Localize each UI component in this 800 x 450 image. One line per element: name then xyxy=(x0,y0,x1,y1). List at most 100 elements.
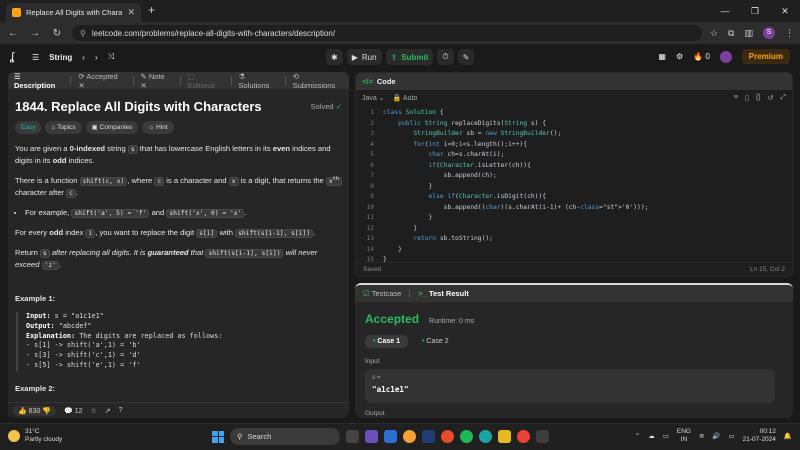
debug-button[interactable]: ✱ xyxy=(326,49,343,65)
streak-counter[interactable]: 🔥 0 xyxy=(693,52,710,61)
auto-mode[interactable]: 🔒 Auto xyxy=(393,94,418,102)
list-icon[interactable]: ☰ xyxy=(32,53,39,62)
profile-avatar[interactable]: S xyxy=(763,27,775,39)
cloud-icon[interactable]: ☁ xyxy=(648,432,655,440)
chevron-up-icon[interactable]: ⌃ xyxy=(635,432,640,440)
share-icon[interactable]: ↗ xyxy=(105,407,111,415)
hint-chip[interactable]: ☼ Hint xyxy=(142,121,174,134)
prev-problem-icon[interactable]: ‹ xyxy=(82,53,85,62)
code-line[interactable]: 10 sb.append((char)(s.charAt(i-1)+ (ch-c… xyxy=(356,203,792,214)
clock[interactable]: 00:12 21-07-2024 xyxy=(743,428,776,444)
notification-icon[interactable]: 🔔 xyxy=(784,432,792,440)
tab-testcase[interactable]: ☑ Testcase xyxy=(363,289,401,298)
settings-gear-icon[interactable]: ⚙ xyxy=(676,52,683,61)
code-line[interactable]: 4 for(int i=0;i<s.length();i++){ xyxy=(356,140,792,151)
comments-button[interactable]: 💬 12 xyxy=(64,407,82,415)
tab-submissions[interactable]: ⟲ Submissions xyxy=(293,72,343,90)
tab-solutions[interactable]: ⚗ Solutions xyxy=(239,72,278,90)
shuffle-icon[interactable]: ⤨ xyxy=(108,52,114,62)
teams-icon[interactable] xyxy=(365,430,378,443)
browser-menu-icon[interactable]: ⋮ xyxy=(785,28,794,39)
code-line[interactable]: 11 } xyxy=(356,213,792,224)
format-icon[interactable]: ≡ xyxy=(734,94,738,102)
code-line[interactable]: 14 } xyxy=(356,245,792,256)
close-tab-note-icon[interactable]: ✕ xyxy=(140,81,146,90)
help-icon[interactable]: ? xyxy=(119,407,123,414)
browser-tab[interactable]: Replace All Digits with Characte ✕ xyxy=(6,3,141,22)
problem-list-name[interactable]: String xyxy=(49,53,72,62)
fullscreen-icon[interactable]: ⤢ xyxy=(780,94,786,102)
close-tab-accepted-icon[interactable]: ✕ xyxy=(78,81,84,90)
tab-description[interactable]: ☰ Description xyxy=(14,72,63,90)
vscode-icon[interactable] xyxy=(422,430,435,443)
language-select[interactable]: Java ⌄ xyxy=(362,94,385,102)
back-icon[interactable]: ← xyxy=(6,28,20,39)
word-icon[interactable] xyxy=(384,430,397,443)
user-avatar[interactable] xyxy=(719,50,732,63)
thumbs-down-icon[interactable]: 👎 xyxy=(42,408,51,415)
windows-start-icon[interactable] xyxy=(212,430,224,443)
timer-icon[interactable]: ⏱ xyxy=(437,49,454,65)
new-tab-icon[interactable]: + xyxy=(148,3,155,17)
onedrive-icon[interactable]: ▭ xyxy=(663,432,669,440)
app-icon[interactable] xyxy=(536,430,549,443)
language-indicator[interactable]: ENG IN xyxy=(677,428,691,444)
code-line[interactable]: 13 return sb.toString(); xyxy=(356,234,792,245)
code-line[interactable]: 6 if(Character.isLetter(ch)){ xyxy=(356,161,792,172)
bookmark-star-icon[interactable]: ☆ xyxy=(710,28,718,39)
reset-icon[interactable]: ↺ xyxy=(768,94,774,102)
layout-icon[interactable]: ▦ xyxy=(658,52,666,61)
code-line[interactable]: 12 } xyxy=(356,224,792,235)
maximize-icon[interactable]: ❐ xyxy=(740,0,770,22)
battery-icon[interactable]: ▭ xyxy=(729,432,735,440)
chrome-canary-icon[interactable] xyxy=(403,430,416,443)
case-1-tab[interactable]: • Case 1 xyxy=(365,335,408,348)
tab-accepted[interactable]: ⟳ Accepted ✕ xyxy=(78,72,125,90)
topics-chip[interactable]: ⌂ Topics xyxy=(45,121,82,134)
companies-chip[interactable]: ▣ Companies xyxy=(85,121,139,134)
url-bar[interactable]: ⚲ leetcode.com/problems/replace-all-digi… xyxy=(72,25,702,41)
leetcode-logo-icon[interactable]: ʆ xyxy=(10,51,22,63)
close-window-icon[interactable]: ✕ xyxy=(770,0,800,22)
tab-test-result[interactable]: >_ Test Result xyxy=(418,289,469,298)
firefox-icon[interactable] xyxy=(441,430,454,443)
premium-button[interactable]: Premium xyxy=(741,49,790,64)
weather-widget[interactable]: 31°C Partly cloudy xyxy=(8,428,62,444)
code-line[interactable]: 1 class Solution { xyxy=(356,108,792,119)
tab-editorial[interactable]: ▢ Editorial xyxy=(188,72,224,90)
sidepanel-icon[interactable]: ▥ xyxy=(744,28,753,39)
code-line[interactable]: 3 StringBuilder sb = new StringBuilder()… xyxy=(356,129,792,140)
task-view-icon[interactable] xyxy=(346,430,359,443)
code-editor[interactable]: 1 class Solution {2 public String replace… xyxy=(356,106,792,266)
spotify-icon[interactable] xyxy=(460,430,473,443)
code-line[interactable]: 9 else if(Character.isDigit(ch)){ xyxy=(356,192,792,203)
braces-icon[interactable]: {} xyxy=(756,94,761,102)
tab-note[interactable]: ✎ Note ✕ xyxy=(140,72,172,90)
forward-icon[interactable]: → xyxy=(28,28,42,39)
wifi-icon[interactable]: ≋ xyxy=(699,432,704,440)
bookmark-icon[interactable]: ▯ xyxy=(745,94,749,102)
run-button[interactable]: ▶ Run xyxy=(346,49,382,65)
code-line[interactable]: 7 sb.append(ch); xyxy=(356,171,792,182)
chrome-icon[interactable] xyxy=(517,430,530,443)
case-2-tab[interactable]: • Case 2 xyxy=(414,335,457,348)
like-button[interactable]: 👍 830 👎 xyxy=(13,405,57,416)
next-problem-icon[interactable]: › xyxy=(95,53,98,62)
close-tab-icon[interactable]: ✕ xyxy=(127,7,135,18)
site-info-icon[interactable]: ⚲ xyxy=(80,29,86,38)
extensions-icon[interactable]: ⧉ xyxy=(728,28,734,39)
favorite-star-icon[interactable]: ☆ xyxy=(91,407,97,415)
submit-button[interactable]: ⇪ Submit xyxy=(385,49,434,65)
difficulty-chip[interactable]: Easy xyxy=(15,121,42,134)
volume-icon[interactable]: 🔊 xyxy=(712,432,720,440)
edge-icon[interactable] xyxy=(479,430,492,443)
code-line[interactable]: 8 } xyxy=(356,182,792,193)
code-line[interactable]: 5 char ch=s.charAt(i); xyxy=(356,150,792,161)
file-explorer-icon[interactable] xyxy=(498,430,511,443)
taskbar-search[interactable]: ⚲ Search xyxy=(230,428,340,445)
minimize-icon[interactable]: — xyxy=(710,0,740,22)
problem-title[interactable]: 1844. Replace All Digits with Characters xyxy=(15,100,262,113)
reload-icon[interactable]: ↻ xyxy=(50,28,64,39)
code-line[interactable]: 2 public String replaceDigits(String s) … xyxy=(356,119,792,130)
notes-icon[interactable]: ✎ xyxy=(457,49,475,65)
